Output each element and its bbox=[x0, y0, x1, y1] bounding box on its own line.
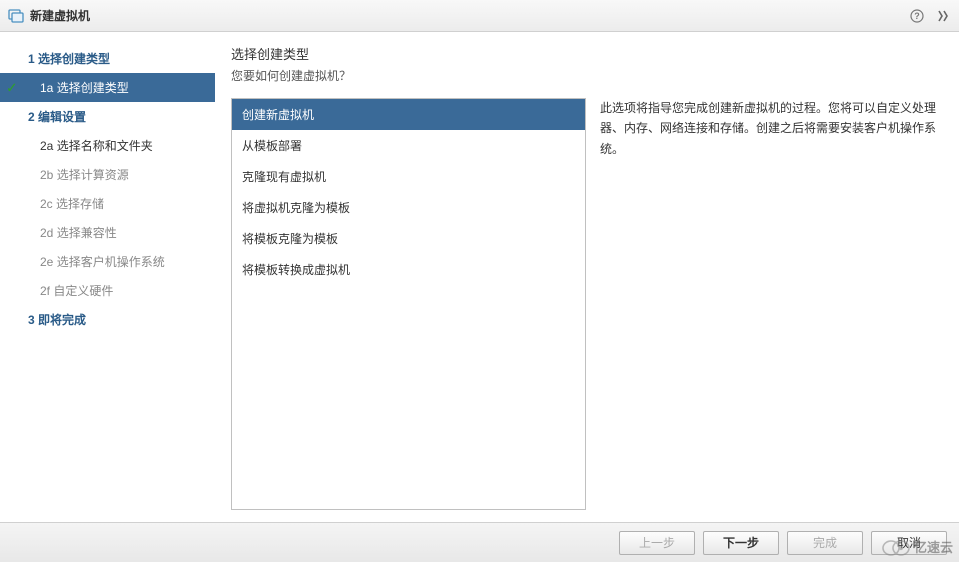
substep-num: 2e bbox=[40, 255, 53, 269]
vm-icon bbox=[8, 8, 24, 24]
option-convert-template-to-vm[interactable]: 将模板转换成虚拟机 bbox=[232, 254, 585, 285]
step-num: 1 bbox=[28, 52, 35, 66]
window-title: 新建虚拟机 bbox=[30, 7, 909, 24]
expand-icon[interactable] bbox=[935, 8, 951, 24]
substep-label: 选择兼容性 bbox=[57, 226, 117, 240]
substep-label: 选择名称和文件夹 bbox=[57, 139, 153, 153]
step-label: 即将完成 bbox=[38, 313, 86, 327]
svg-text:?: ? bbox=[914, 11, 920, 21]
step-3[interactable]: 3 即将完成 bbox=[0, 305, 215, 334]
option-clone-vm-to-template[interactable]: 将虚拟机克隆为模板 bbox=[232, 192, 585, 223]
wizard-footer: 上一步 下一步 完成 取消 bbox=[0, 522, 959, 562]
step-2[interactable]: 2 编辑设置 bbox=[0, 102, 215, 131]
creation-type-list[interactable]: 创建新虚拟机 从模板部署 克隆现有虚拟机 将虚拟机克隆为模板 将模板克隆为模板 … bbox=[231, 98, 586, 510]
substep-num: 2f bbox=[40, 284, 50, 298]
substep-2d: 2d 选择兼容性 bbox=[0, 218, 215, 247]
step-label: 编辑设置 bbox=[38, 110, 86, 124]
main-body: 创建新虚拟机 从模板部署 克隆现有虚拟机 将虚拟机克隆为模板 将模板克隆为模板 … bbox=[231, 98, 943, 510]
substep-num: 2c bbox=[40, 197, 53, 211]
back-button[interactable]: 上一步 bbox=[619, 531, 695, 555]
substep-2e: 2e 选择客户机操作系统 bbox=[0, 247, 215, 276]
titlebar: 新建虚拟机 ? bbox=[0, 0, 959, 32]
substep-1a[interactable]: ✓ 1a 选择创建类型 bbox=[0, 73, 215, 102]
page-subtitle: 您要如何创建虚拟机？ bbox=[231, 67, 943, 84]
substep-num: 2b bbox=[40, 168, 53, 182]
next-button[interactable]: 下一步 bbox=[703, 531, 779, 555]
main-header: 选择创建类型 您要如何创建虚拟机？ bbox=[231, 44, 943, 84]
substep-num: 2a bbox=[40, 139, 53, 153]
substep-label: 选择计算资源 bbox=[57, 168, 129, 182]
option-deploy-from-template[interactable]: 从模板部署 bbox=[232, 130, 585, 161]
substep-2f: 2f 自定义硬件 bbox=[0, 276, 215, 305]
substep-label: 选择创建类型 bbox=[57, 81, 129, 95]
wizard-content: 1 选择创建类型 ✓ 1a 选择创建类型 2 编辑设置 2a 选择名称和文件夹 … bbox=[0, 32, 959, 522]
wizard-main: 选择创建类型 您要如何创建虚拟机？ 创建新虚拟机 从模板部署 克隆现有虚拟机 将… bbox=[215, 32, 959, 522]
substep-2b: 2b 选择计算资源 bbox=[0, 160, 215, 189]
option-clone-existing-vm[interactable]: 克隆现有虚拟机 bbox=[232, 161, 585, 192]
substep-num: 2d bbox=[40, 226, 53, 240]
finish-button[interactable]: 完成 bbox=[787, 531, 863, 555]
wizard-steps-sidebar: 1 选择创建类型 ✓ 1a 选择创建类型 2 编辑设置 2a 选择名称和文件夹 … bbox=[0, 32, 215, 522]
option-clone-template-to-template[interactable]: 将模板克隆为模板 bbox=[232, 223, 585, 254]
help-icon[interactable]: ? bbox=[909, 8, 925, 24]
cancel-button[interactable]: 取消 bbox=[871, 531, 947, 555]
substep-num: 1a bbox=[40, 81, 53, 95]
step-label: 选择创建类型 bbox=[38, 52, 110, 66]
option-create-new-vm[interactable]: 创建新虚拟机 bbox=[232, 99, 585, 130]
substep-label: 自定义硬件 bbox=[53, 284, 113, 298]
substep-label: 选择存储 bbox=[56, 197, 104, 211]
option-description: 此选项将指导您完成创建新虚拟机的过程。您将可以自定义处理器、内存、网络连接和存储… bbox=[596, 98, 943, 510]
substep-label: 选择客户机操作系统 bbox=[57, 255, 165, 269]
substep-2a[interactable]: 2a 选择名称和文件夹 bbox=[0, 131, 215, 160]
step-num: 2 bbox=[28, 110, 35, 124]
page-title: 选择创建类型 bbox=[231, 44, 943, 63]
check-icon: ✓ bbox=[6, 79, 18, 96]
step-1[interactable]: 1 选择创建类型 bbox=[0, 44, 215, 73]
step-num: 3 bbox=[28, 313, 35, 327]
substep-2c: 2c 选择存储 bbox=[0, 189, 215, 218]
